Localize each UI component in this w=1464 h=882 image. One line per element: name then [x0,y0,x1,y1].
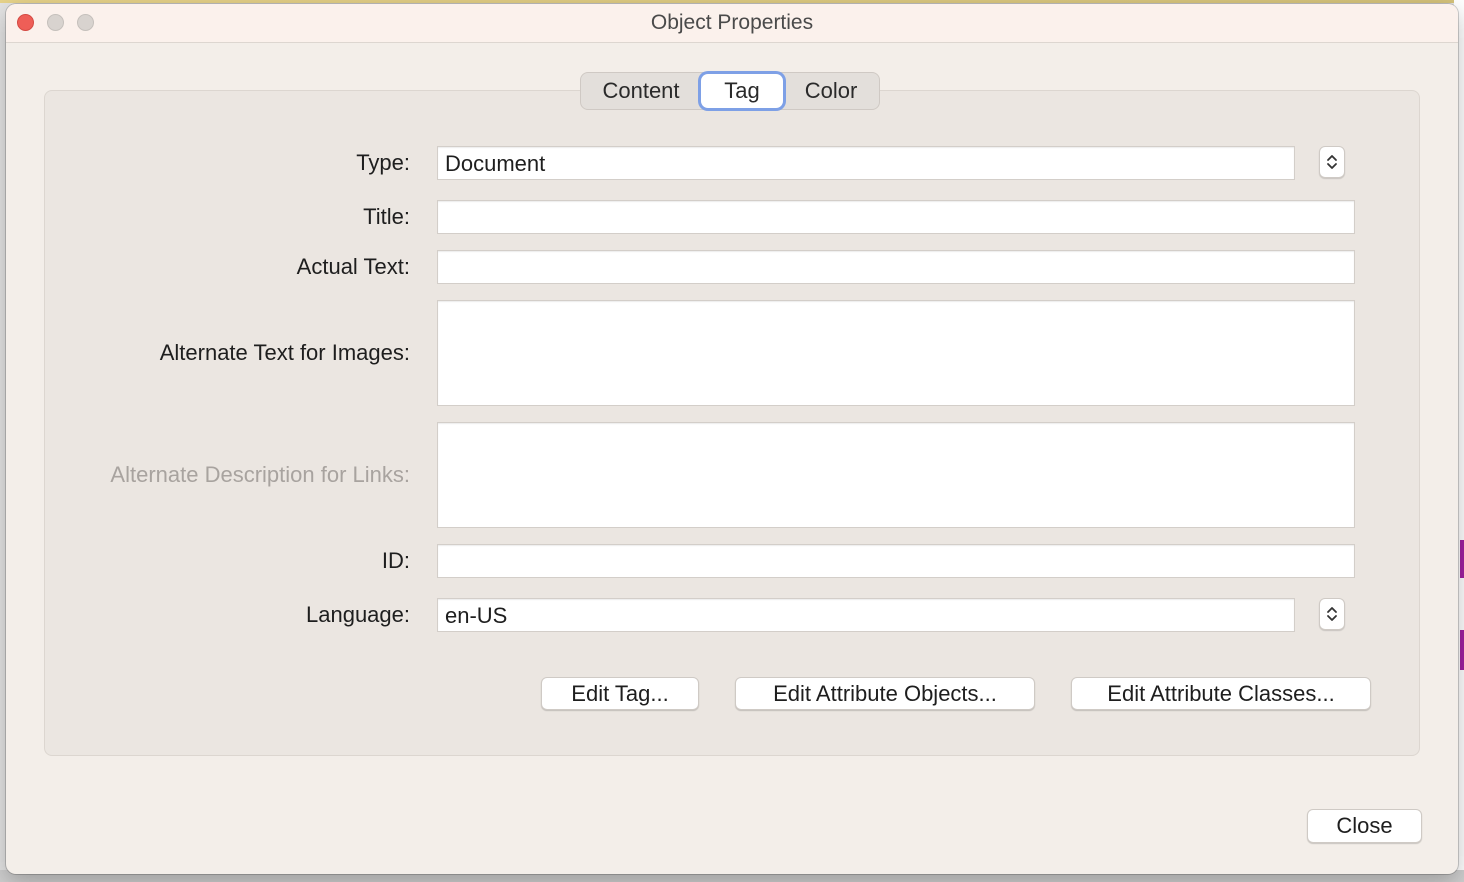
title-field[interactable] [437,200,1355,234]
object-properties-dialog: Object Properties Content Tag Color Type… [6,4,1458,874]
edit-tag-button[interactable]: Edit Tag... [541,677,699,710]
background-mark [1460,540,1464,578]
alt-text-images-label: Alternate Text for Images: [159,340,410,365]
tab-color[interactable]: Color [783,73,879,109]
id-field[interactable] [437,544,1355,578]
type-label: Type: [356,150,410,175]
title-label: Title: [363,204,410,229]
alt-desc-links-label: Alternate Description for Links: [110,462,410,487]
language-label: Language: [306,602,410,627]
close-button[interactable]: Close [1307,809,1422,843]
chevron-up-down-icon [1327,607,1337,621]
background-top-edge [0,0,1464,3]
edit-attribute-objects-button[interactable]: Edit Attribute Objects... [735,677,1035,710]
alt-text-images-textarea[interactable] [437,300,1355,406]
title-bar[interactable]: Object Properties [6,4,1458,43]
window-title: Object Properties [650,11,814,34]
tab-content[interactable]: Content [581,73,701,109]
edit-attribute-classes-button[interactable]: Edit Attribute Classes... [1071,677,1371,710]
alt-desc-links-textarea[interactable] [437,422,1355,528]
chevron-up-down-icon [1327,155,1337,169]
language-stepper[interactable] [1319,598,1345,630]
type-field[interactable]: Document [437,146,1295,180]
actual-text-field[interactable] [437,250,1355,284]
actual-text-label: Actual Text: [296,254,410,279]
tab-tag[interactable]: Tag [701,74,783,108]
id-label: ID: [381,548,410,573]
background-mark [1460,630,1464,670]
language-field[interactable]: en-US [437,598,1295,632]
type-stepper[interactable] [1319,146,1345,178]
tab-bar: Content Tag Color [580,72,880,110]
